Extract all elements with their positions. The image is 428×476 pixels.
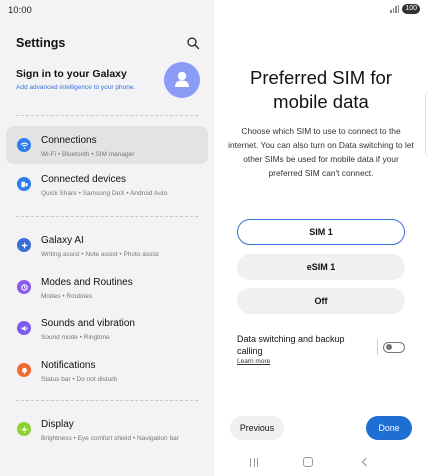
sim-option-esim1[interactable]: eSIM 1 [237,254,405,280]
sidebar-item-subtitle: Quick Share • Samsung DeX • Android Auto [41,190,168,197]
divider [16,216,198,217]
battery-icon: 100 [402,4,420,14]
sidebar-item-label: Connections [41,135,97,146]
sidebar-item-galaxy-ai[interactable]: Galaxy AI Writing assist • Note assist •… [6,226,208,264]
wifi-icon [17,138,31,152]
data-switching-toggle[interactable] [383,342,405,353]
toggle-knob [386,344,392,351]
divider [16,115,198,116]
divider [377,339,378,355]
sidebar-item-label: Modes and Routines [41,277,133,288]
sidebar-item-subtitle: Modes • Routines [41,293,93,300]
sidebar-item-display[interactable]: Display Brightness • Eye comfort shield … [6,410,208,448]
sidebar-item-subtitle: Wi-Fi • Bluetooth • SIM manager [41,151,135,158]
data-switching-label: Data switching and backup calling [237,334,345,356]
done-button[interactable]: Done [366,416,412,440]
sim-option-off[interactable]: Off [237,288,405,314]
modes-icon [17,280,31,294]
settings-panel: 10:00 Settings Sign in to your Galaxy Ad… [0,0,214,476]
notifications-icon [17,363,31,377]
home-icon[interactable] [303,457,313,467]
person-icon [175,71,189,87]
display-icon [17,422,31,436]
sidebar-item-sounds-and-vibration[interactable]: Sounds and vibration Sound mode • Ringto… [6,309,208,347]
sidebar-item-label: Sounds and vibration [41,318,135,329]
sidebar-item-subtitle: Writing assist • Note assist • Photo ass… [41,251,159,258]
sidebar-item-subtitle: Brightness • Eye comfort shield • Naviga… [41,435,179,442]
sidebar-item-connected-devices[interactable]: Connected devices Quick Share • Samsung … [6,165,208,203]
sidebar-item-label: Notifications [41,360,96,371]
sound-icon [17,321,31,335]
signin-subtitle[interactable]: Add advanced intelligence to your phone. [16,84,135,91]
learn-more-link[interactable]: Learn more [237,358,270,365]
back-icon[interactable] [360,457,369,467]
signal-icon [390,5,400,13]
page-title: Settings [16,36,66,50]
sidebar-item-modes-and-routines[interactable]: Modes and Routines Modes • Routines [6,268,208,306]
search-icon[interactable] [186,36,200,50]
sidebar-item-connections[interactable]: Connections Wi-Fi • Bluetooth • SIM mana… [6,126,208,164]
previous-button[interactable]: Previous [230,416,284,440]
status-indicators: 100 [390,4,420,14]
sidebar-item-notifications[interactable]: Notifications Status bar • Do not distur… [6,351,208,389]
preferred-sim-title: Preferred SIM for mobile data [250,67,392,112]
devices-icon [17,177,31,191]
sim-option-sim1[interactable]: SIM 1 [237,219,405,245]
divider [16,400,198,401]
preferred-sim-description: Choose which SIM to use to connect to th… [228,126,414,178]
sidebar-item-label: Galaxy AI [41,235,84,246]
avatar[interactable] [164,62,200,98]
sidebar-item-label: Connected devices [41,174,127,185]
signin-title[interactable]: Sign in to your Galaxy [16,68,127,80]
sidebar-item-subtitle: Status bar • Do not disturb [41,376,117,383]
sidebar-item-subtitle: Sound mode • Ringtone [41,334,110,341]
galaxy-ai-icon [17,238,31,252]
sidebar-item-label: Display [41,419,74,430]
recent-apps-icon[interactable] [250,458,258,467]
status-time: 10:00 [8,5,32,16]
